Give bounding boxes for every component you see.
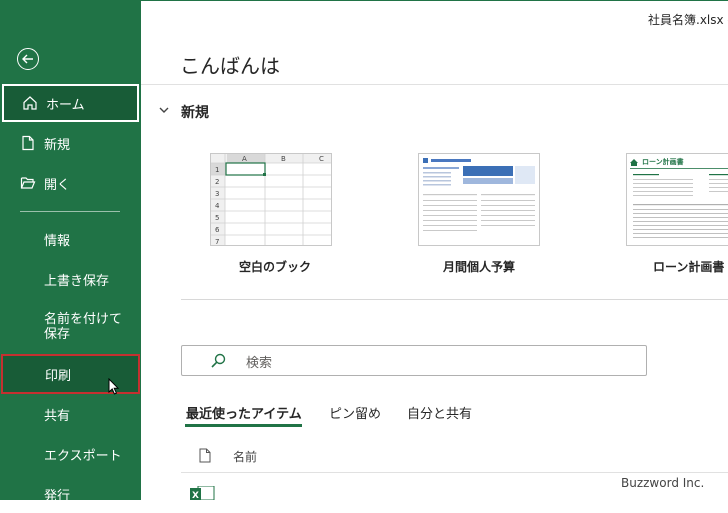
sidebar-item-save-as[interactable]: 名前を付けて保存 — [0, 306, 141, 348]
new-file-icon — [20, 135, 36, 151]
list-header-divider — [181, 472, 728, 473]
sidebar-item-export[interactable]: エクスポート — [0, 435, 141, 473]
column-header-name: 名前 — [233, 450, 258, 464]
row-header: 4 — [215, 202, 220, 210]
column-header: B — [281, 155, 286, 163]
search-input[interactable]: 検索 — [181, 345, 647, 376]
sidebar-item-new[interactable]: 新規 — [0, 124, 141, 162]
sidebar-item-label: 名前を付けて保存 — [44, 312, 123, 342]
template-label: ローン計画書 — [653, 260, 725, 274]
tab-recent[interactable]: 最近使ったアイテム — [186, 403, 302, 422]
row-header: 2 — [215, 178, 219, 186]
excel-file-icon: X — [190, 486, 215, 500]
sidebar-item-save[interactable]: 上書き保存 — [0, 260, 141, 298]
search-placeholder: 検索 — [246, 356, 273, 371]
template-label: 空白のブック — [239, 260, 312, 274]
sidebar-divider — [20, 211, 120, 212]
document-title: 社員名簿.xlsx - — [648, 13, 728, 27]
sidebar-item-label: 新規 — [44, 137, 71, 153]
svg-text:X: X — [192, 491, 199, 500]
sidebar-item-label: 印刷 — [45, 368, 72, 384]
template-monthly-budget[interactable] — [418, 153, 540, 246]
row-header: 5 — [215, 214, 219, 222]
search-icon — [211, 353, 226, 368]
file-type-column-icon — [199, 448, 211, 463]
tab-pinned[interactable]: ピン留め — [329, 403, 381, 422]
row-header: 6 — [215, 226, 220, 234]
home-icon — [22, 95, 38, 111]
blank-workbook-thumbnail: A B C 1 2 3 4 5 6 7 — [211, 154, 331, 245]
template-label: 月間個人予算 — [443, 260, 516, 274]
column-header: A — [242, 155, 247, 163]
back-arrow-icon[interactable] — [17, 48, 39, 70]
column-header: C — [319, 155, 324, 163]
sidebar-item-share[interactable]: 共有 — [0, 395, 141, 433]
new-section-title: 新規 — [181, 105, 209, 121]
watermark: Buzzword Inc. — [621, 476, 705, 490]
template-loan-plan[interactable]: ローン計画書 — [626, 153, 728, 246]
page-title: こんばんは — [180, 54, 280, 78]
row-header: 3 — [215, 190, 219, 198]
loan-plan-thumbnail-title: ローン計画書 — [642, 157, 684, 166]
header-divider — [141, 84, 728, 85]
backstage-sidebar: ホーム 新規 開く 情報 上書き保存 名前を付けて保存 印刷 共有 エクスポート… — [0, 0, 141, 504]
sidebar-item-label: 上書き保存 — [44, 273, 110, 289]
sidebar-item-label: 開く — [44, 177, 71, 193]
sidebar-item-label: エクスポート — [44, 448, 122, 464]
row-header: 1 — [215, 166, 219, 174]
tab-shared-with-me[interactable]: 自分と共有 — [407, 403, 472, 422]
sidebar-item-label: ホーム — [46, 97, 85, 113]
row-header: 7 — [215, 238, 219, 245]
title-bar-line — [141, 0, 728, 1]
loan-plan-thumbnail: ローン計画書 — [630, 157, 728, 238]
sidebar-item-info[interactable]: 情報 — [0, 220, 141, 258]
monthly-budget-thumbnail — [423, 158, 535, 231]
section-divider — [181, 299, 728, 300]
sidebar-item-label: 共有 — [44, 408, 71, 424]
sidebar-item-label: 情報 — [44, 233, 71, 249]
sidebar-item-publish[interactable]: 発行 — [0, 475, 141, 513]
folder-open-icon — [20, 175, 36, 191]
chevron-down-icon[interactable] — [158, 104, 170, 116]
active-tab-indicator — [185, 424, 302, 427]
mouse-cursor-icon — [108, 378, 120, 395]
sidebar-item-home[interactable]: ホーム — [2, 84, 139, 122]
template-blank-workbook[interactable]: A B C 1 2 3 4 5 6 7 — [210, 153, 332, 246]
sidebar-item-open[interactable]: 開く — [0, 164, 141, 202]
sidebar-item-label: 発行 — [44, 488, 71, 504]
